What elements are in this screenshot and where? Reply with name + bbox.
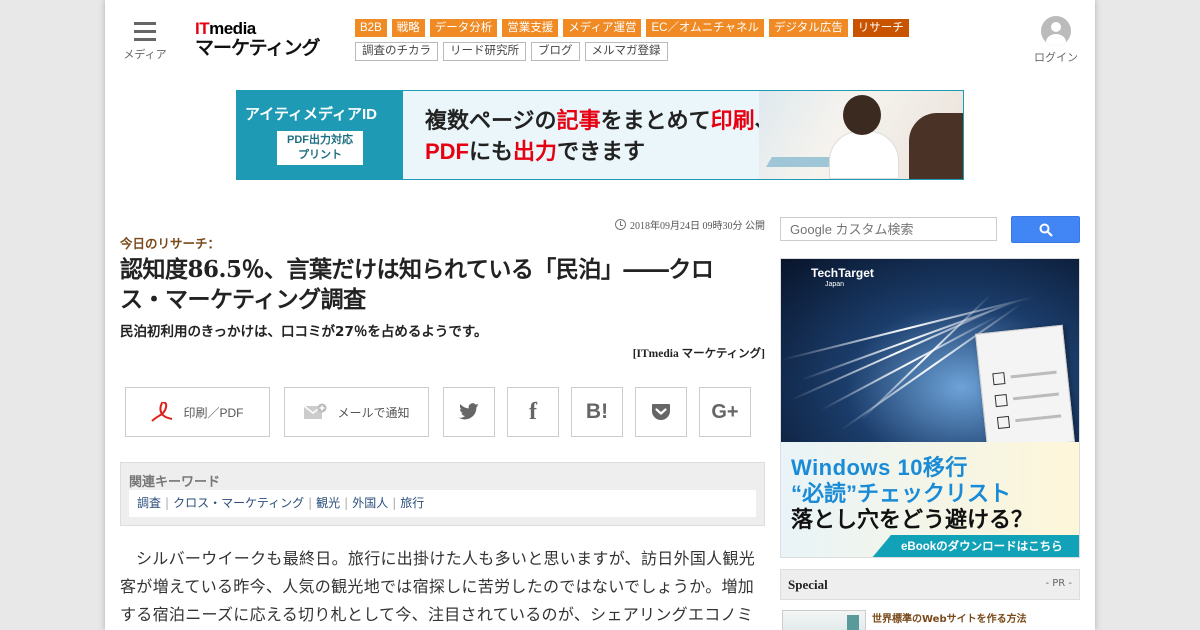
ad-brand-text: TechTarget bbox=[811, 266, 874, 280]
article-kicker: 今日のリサーチ： bbox=[120, 236, 221, 251]
nav-research-power[interactable]: 調査のチカラ bbox=[355, 42, 438, 61]
logo-it: IT bbox=[195, 19, 210, 38]
twitter-share-button[interactable] bbox=[443, 387, 495, 437]
nav-media-operation[interactable]: メディア運営 bbox=[563, 19, 642, 37]
article-body: シルバーウイークも最終日。旅行に出掛けた人も多いと思いますが、訪日外国人観光客が… bbox=[120, 549, 756, 624]
special-section-header: Special - PR - bbox=[780, 569, 1080, 600]
search-input[interactable] bbox=[780, 217, 997, 241]
banner-box-line2: プリント bbox=[298, 149, 342, 161]
google-plus-button[interactable]: G+ bbox=[699, 387, 751, 437]
nav-data-analysis[interactable]: データ分析 bbox=[429, 19, 498, 37]
banner-brand-panel: アイティメディアID PDF出力対応 プリント bbox=[237, 91, 403, 179]
print-pdf-button[interactable]: 印刷／PDF bbox=[125, 387, 270, 437]
facebook-share-button[interactable]: f bbox=[507, 387, 559, 437]
banner-box: PDF出力対応 プリント bbox=[277, 131, 363, 165]
keyword-link[interactable]: 外国人 bbox=[352, 496, 388, 510]
nav-blog[interactable]: ブログ bbox=[531, 42, 580, 61]
promo-banner[interactable]: アイティメディアID PDF出力対応 プリント 複数ページの記事をまとめて印刷、… bbox=[236, 90, 964, 180]
banner-text: できます bbox=[557, 139, 646, 164]
ad-text-panel: Windows 10移行 “必読”チェックリスト 落とし穴をどう避ける？ eBo… bbox=[781, 442, 1079, 557]
ad-brand: TechTarget Japan bbox=[811, 267, 874, 291]
google-plus-icon: G+ bbox=[711, 400, 739, 423]
pdf-icon bbox=[151, 402, 173, 422]
menu-button[interactable]: メディア bbox=[123, 22, 167, 62]
ad-cta[interactable]: eBookのダウンロードはこちら bbox=[871, 535, 1079, 557]
mail-notify-label: メールで通知 bbox=[337, 405, 410, 420]
banner-text: にも bbox=[469, 139, 514, 164]
keyword-link[interactable]: クロス・マーケティング bbox=[173, 496, 304, 510]
publish-date-text: 2018年09月24日 09時30分 公開 bbox=[630, 221, 765, 232]
nav-newsletter[interactable]: メルマガ登録 bbox=[584, 42, 668, 61]
primary-nav: B2B 戦略 データ分析 営業支援 メディア運営 EC／オムニチャネル デジタル… bbox=[355, 19, 909, 37]
banner-text: 複数ページの bbox=[425, 108, 557, 133]
banner-brand: アイティメディアID bbox=[245, 106, 378, 123]
keywords-heading: 関連キーワード bbox=[129, 475, 221, 490]
nav-research[interactable]: リサーチ bbox=[852, 19, 909, 37]
nav-sales-support[interactable]: 営業支援 bbox=[502, 19, 559, 37]
ad-line3: 落とし穴をどう避ける？ bbox=[791, 507, 1034, 532]
nav-digital-ads[interactable]: デジタル広告 bbox=[768, 19, 848, 37]
banner-photo bbox=[759, 91, 963, 179]
mail-plus-icon bbox=[304, 403, 327, 419]
article-credit: [ITmedia マーケティング] bbox=[632, 348, 765, 360]
checklist-icon bbox=[975, 324, 1075, 452]
special-heading: Special bbox=[788, 577, 828, 592]
clock-icon bbox=[615, 219, 626, 230]
pocket-button[interactable] bbox=[635, 387, 687, 437]
search-button[interactable] bbox=[1011, 216, 1080, 243]
special-thumbnail[interactable] bbox=[782, 610, 866, 630]
login-button[interactable]: ログイン bbox=[1031, 16, 1081, 65]
nav-lead-lab[interactable]: リード研究所 bbox=[443, 42, 526, 61]
banner-text-red: 記事 bbox=[556, 108, 601, 133]
secondary-nav: 調査のチカラ リード研究所 ブログ メルマガ登録 bbox=[355, 42, 668, 61]
sidebar-ad[interactable]: TechTarget Japan Windows 10移行 “必読”チェックリスト… bbox=[780, 258, 1080, 558]
site-logo[interactable]: ITmedia マーケティング bbox=[195, 20, 335, 60]
hatena-bookmark-button[interactable]: B! bbox=[571, 387, 623, 437]
search-icon bbox=[1039, 223, 1053, 237]
related-keywords: 関連キーワード 調査 | クロス・マーケティング | 観光 | 外国人 | 旅行 bbox=[120, 462, 765, 526]
login-label: ログイン bbox=[1034, 51, 1078, 64]
nav-ec-omnichannel[interactable]: EC／オムニチャネル bbox=[646, 19, 764, 37]
hamburger-icon bbox=[134, 22, 156, 42]
publish-date: 2018年09月24日 09時30分 公開 bbox=[615, 217, 765, 232]
avatar-icon bbox=[1041, 16, 1071, 46]
menu-label: メディア bbox=[123, 48, 167, 61]
nav-strategy[interactable]: 戦略 bbox=[391, 19, 425, 37]
hatena-icon: B! bbox=[585, 400, 609, 423]
keyword-link[interactable]: 調査 bbox=[137, 496, 161, 510]
keyword-link[interactable]: 旅行 bbox=[400, 496, 424, 510]
facebook-icon: f bbox=[529, 398, 537, 425]
banner-text: をまとめて bbox=[600, 108, 711, 133]
logo-marketing: マーケティング bbox=[195, 38, 320, 59]
nav-b2b[interactable]: B2B bbox=[355, 19, 387, 37]
banner-text-red: PDF bbox=[425, 139, 469, 164]
article-subtitle: 民泊初利用のきっかけは、口コミが27％を占めるようです。 bbox=[120, 324, 488, 340]
keywords-list: 調査 | クロス・マーケティング | 観光 | 外国人 | 旅行 bbox=[129, 490, 756, 517]
print-pdf-label: 印刷／PDF bbox=[183, 405, 244, 420]
page: メディア ITmedia マーケティング B2B 戦略 データ分析 営業支援 メ… bbox=[105, 0, 1095, 630]
article-title: 認知度86.5％、言葉だけは知られている「民泊」――クロス・マーケティング調査 bbox=[120, 256, 714, 313]
mail-notify-button[interactable]: メールで通知 bbox=[284, 387, 429, 437]
logo-media: media bbox=[209, 19, 256, 38]
pocket-icon bbox=[652, 404, 670, 420]
pr-label: - PR - bbox=[1045, 578, 1072, 589]
ad-brand-sub: Japan bbox=[825, 281, 845, 288]
special-item-link[interactable]: 世界標準のWebサイトを作る方法 bbox=[872, 610, 1027, 625]
banner-message: 複数ページの記事をまとめて印刷、 PDFにも出力できます bbox=[425, 105, 777, 167]
twitter-icon bbox=[458, 403, 479, 420]
keyword-link[interactable]: 観光 bbox=[316, 496, 340, 510]
banner-text-red: 印刷 bbox=[710, 108, 755, 133]
banner-text-red: 出力 bbox=[513, 139, 558, 164]
banner-box-line1: PDF出力対応 bbox=[287, 134, 353, 146]
